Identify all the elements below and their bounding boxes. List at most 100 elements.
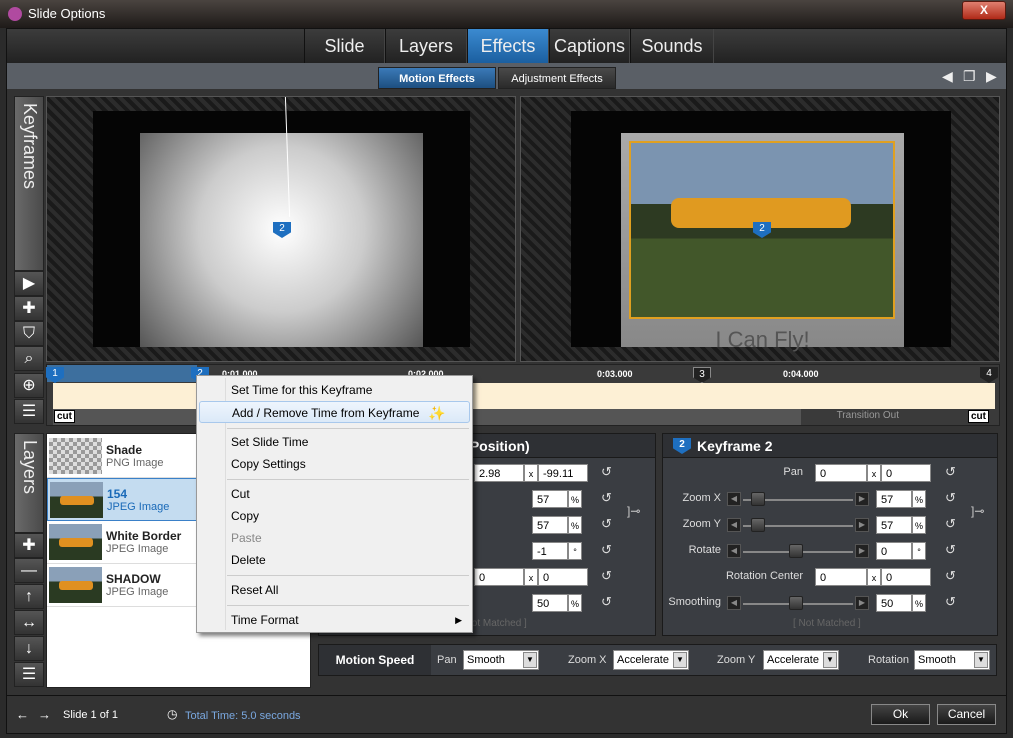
increase-icon[interactable]: ▶: [855, 492, 869, 506]
k1-pan-y[interactable]: -99.11: [538, 464, 588, 482]
k2-pan-x[interactable]: 0: [815, 464, 867, 482]
zoomy-speed-select[interactable]: Accelerate ▼: [763, 650, 839, 670]
arrow-right-icon[interactable]: ▶: [986, 68, 997, 85]
k1-rc-y[interactable]: 0: [538, 568, 588, 586]
reset-icon[interactable]: ↺: [945, 568, 956, 584]
reset-icon[interactable]: ↺: [945, 490, 956, 506]
reset-icon[interactable]: ↺: [601, 568, 612, 584]
k1-smoothing[interactable]: 50: [532, 594, 568, 612]
play-button[interactable]: ▶: [14, 271, 44, 296]
decrease-icon[interactable]: ◀: [727, 596, 741, 610]
timeline[interactable]: Transition Out cut cut: [46, 364, 1000, 426]
menu-cut[interactable]: Cut: [199, 483, 470, 505]
caption-text: I Can Fly!: [715, 327, 810, 352]
k2-rotate[interactable]: 0: [876, 542, 912, 560]
menu-delete[interactable]: Delete: [199, 549, 470, 571]
move-up-button[interactable]: ↑: [14, 584, 44, 609]
zoom-in-icon[interactable]: ⊕: [14, 373, 44, 398]
k1-rc-x[interactable]: 0: [474, 568, 524, 586]
move-down-button[interactable]: ↓: [14, 636, 44, 661]
increase-icon[interactable]: ▶: [855, 518, 869, 532]
copy-icon[interactable]: ❐: [963, 68, 976, 85]
menu-set-slide-time[interactable]: Set Slide Time: [199, 431, 470, 453]
subtab-motion-effects[interactable]: Motion Effects: [378, 67, 496, 89]
keyframe-badge-icon: 2: [673, 438, 691, 454]
menu-copy[interactable]: Copy: [199, 505, 470, 527]
cut-end[interactable]: cut: [968, 410, 989, 423]
reset-icon[interactable]: ↺: [601, 594, 612, 610]
link-zoom-icon[interactable]: ]⊸: [971, 504, 984, 518]
zoom-x-label: Zoom X: [682, 492, 721, 504]
menu-paste[interactable]: Paste: [199, 527, 470, 549]
next-slide-icon[interactable]: →: [38, 707, 51, 722]
rotation-speed-label: Rotation: [868, 654, 909, 666]
close-button[interactable]: X: [962, 1, 1006, 20]
reset-icon[interactable]: ↺: [945, 542, 956, 558]
k1-rotate[interactable]: -1: [532, 542, 568, 560]
cancel-button[interactable]: Cancel: [937, 704, 996, 725]
preview-start[interactable]: 2: [46, 96, 516, 362]
decrease-icon[interactable]: ◀: [727, 518, 741, 532]
arrow-left-icon[interactable]: ◀: [942, 68, 953, 85]
rotate-slider[interactable]: [789, 544, 803, 558]
k2-smoothing[interactable]: 50: [876, 594, 912, 612]
zoomx-speed-select[interactable]: Accelerate ▼: [613, 650, 689, 670]
ok-button[interactable]: Ok: [871, 704, 930, 725]
subtab-adjustment-effects[interactable]: Adjustment Effects: [498, 67, 616, 89]
k1-zoom-x[interactable]: 57: [532, 490, 568, 508]
reset-icon[interactable]: ↺: [945, 516, 956, 532]
keyframes-label: Keyframes: [20, 103, 40, 190]
layer-select-icon[interactable]: ☰: [14, 662, 44, 687]
tab-captions[interactable]: Captions: [549, 29, 630, 63]
menu-set-time-keyframe[interactable]: Set Time for this Keyframe: [199, 379, 470, 401]
preview-end[interactable]: I Can Fly! 2: [520, 96, 1000, 362]
dropdown-arrow-icon: ▼: [974, 652, 988, 668]
tab-layers[interactable]: Layers: [385, 29, 467, 63]
rotation-center-label: Rotation Center: [725, 570, 803, 582]
decrease-icon[interactable]: ◀: [727, 544, 741, 558]
rotation-speed-select[interactable]: Smooth ▼: [914, 650, 990, 670]
cut-start[interactable]: cut: [54, 410, 75, 423]
title-bar: Slide Options X: [0, 0, 1013, 28]
smoothing-slider[interactable]: [789, 596, 803, 610]
increase-icon[interactable]: ▶: [855, 596, 869, 610]
k2-zoom-x[interactable]: 57: [876, 490, 912, 508]
tab-slide[interactable]: Slide: [304, 29, 385, 63]
remove-layer-button[interactable]: —: [14, 558, 44, 583]
pan-speed-select[interactable]: Smooth ▼: [463, 650, 539, 670]
increase-icon[interactable]: ▶: [855, 544, 869, 558]
smoothing-label: Smoothing: [668, 596, 721, 608]
reset-icon[interactable]: ↺: [601, 516, 612, 532]
zoom-select-icon[interactable]: ⌕: [14, 346, 44, 371]
reset-icon[interactable]: ↺: [945, 464, 956, 480]
k2-pan-y[interactable]: 0: [881, 464, 931, 482]
add-keyframe-button[interactable]: ✚: [14, 296, 44, 321]
tab-effects[interactable]: Effects: [467, 29, 549, 63]
menu-add-remove-time[interactable]: Add / Remove Time from Keyframe ✨: [199, 401, 470, 423]
reset-icon[interactable]: ↺: [601, 542, 612, 558]
reset-icon[interactable]: ↺: [601, 490, 612, 506]
dropdown-arrow-icon: ▼: [823, 652, 837, 668]
keyframe-tag-icon[interactable]: ⛉: [14, 321, 44, 346]
k1-pan-x[interactable]: 2.98: [474, 464, 524, 482]
reset-icon[interactable]: ↺: [945, 594, 956, 610]
add-layer-button[interactable]: ✚: [14, 533, 44, 558]
menu-time-format[interactable]: Time Format ▶: [199, 609, 470, 631]
decrease-icon[interactable]: ◀: [727, 492, 741, 506]
k2-rc-y[interactable]: 0: [881, 568, 931, 586]
tab-sounds[interactable]: Sounds: [630, 29, 714, 63]
timeline-track[interactable]: [53, 383, 995, 409]
link-zoom-icon[interactable]: ]⊸: [627, 504, 640, 518]
k2-rc-x[interactable]: 0: [815, 568, 867, 586]
zoom-y-slider[interactable]: [751, 518, 765, 532]
pan-speed-label: Pan: [437, 654, 457, 666]
k2-zoom-y[interactable]: 57: [876, 516, 912, 534]
reset-icon[interactable]: ↺: [601, 464, 612, 480]
prev-slide-icon[interactable]: ←: [16, 707, 29, 722]
menu-copy-settings[interactable]: Copy Settings: [199, 453, 470, 475]
zoom-x-slider[interactable]: [751, 492, 765, 506]
swap-button[interactable]: ↔: [14, 610, 44, 635]
menu-reset-all[interactable]: Reset All: [199, 579, 470, 601]
select-list-icon[interactable]: ☰: [14, 399, 44, 424]
k1-zoom-y[interactable]: 57: [532, 516, 568, 534]
